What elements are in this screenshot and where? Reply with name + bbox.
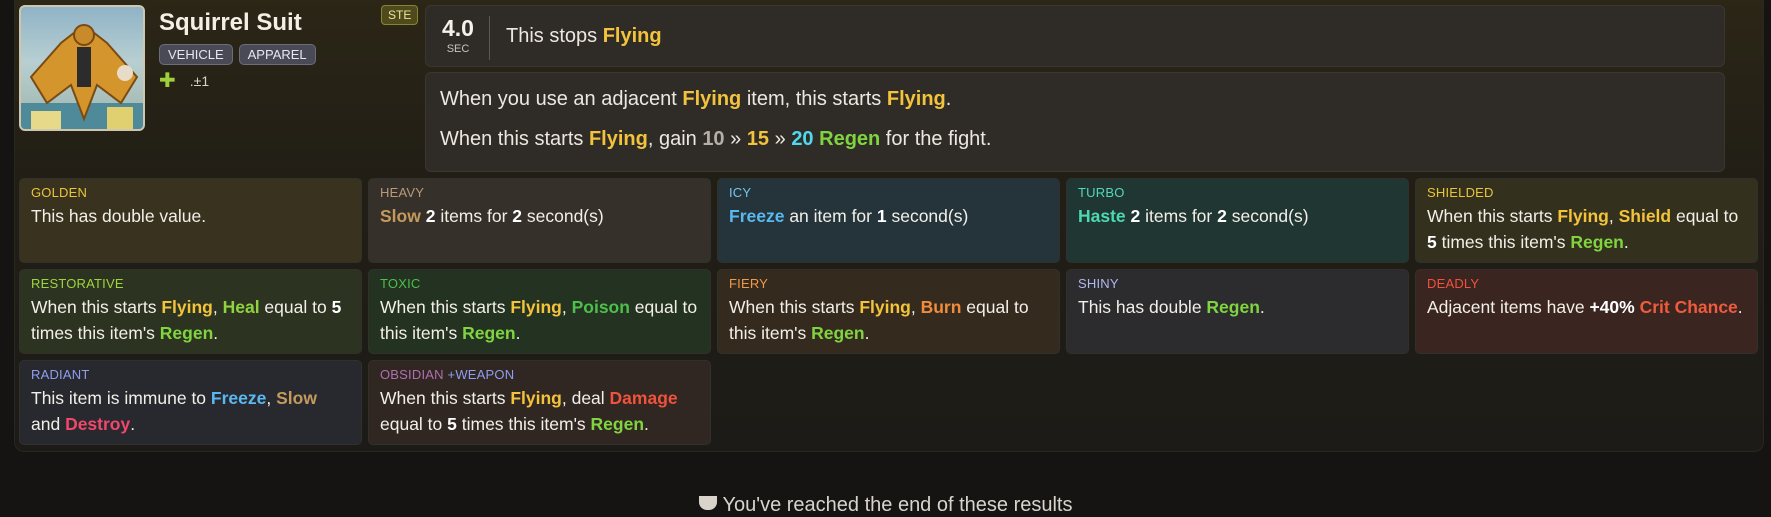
cooldown: 4.0 SEC xyxy=(440,15,476,55)
abilities-panel: When you use an adjacent Flying item, th… xyxy=(425,72,1725,172)
enchant-icy[interactable]: ICY Freeze an item for 1 second(s) xyxy=(717,178,1060,263)
results-end-text: You've reached the end of these results xyxy=(722,494,1073,516)
weapon-tag: +WEAPON xyxy=(447,367,515,382)
enchant-obsidian[interactable]: OBSIDIAN +WEAPON When this starts Flying… xyxy=(368,360,711,445)
cooldown-panel: 4.0 SEC This stops Flying xyxy=(425,5,1725,67)
tag-vehicle[interactable]: VEHICLE xyxy=(159,44,233,65)
item-tags: VEHICLE APPAREL xyxy=(159,44,316,65)
ability-stop: This stops Flying xyxy=(506,25,662,47)
cooldown-value: 4.0 xyxy=(442,15,474,41)
enchant-shielded[interactable]: SHIELDED When this starts Flying, Shield… xyxy=(1415,178,1758,263)
enchant-heavy[interactable]: HEAVY Slow 2 items for 2 second(s) xyxy=(368,178,711,263)
tag-apparel[interactable]: APPAREL xyxy=(238,44,316,65)
item-title: Squirrel Suit xyxy=(159,9,302,36)
cooldown-unit: SEC xyxy=(446,43,470,55)
keyword-flying: Flying xyxy=(602,25,662,47)
enchant-radiant[interactable]: RADIANT This item is immune to Freeze, S… xyxy=(19,360,362,445)
ability-line-1: When you use an adjacent Flying item, th… xyxy=(440,88,952,110)
item-image[interactable] xyxy=(19,5,145,131)
enchant-golden[interactable]: GOLDEN This has double value. xyxy=(19,178,362,263)
enchant-deadly[interactable]: DEADLY Adjacent items have +40% Crit Cha… xyxy=(1415,269,1758,354)
enchant-toxic[interactable]: TOXIC When this starts Flying, Poison eq… xyxy=(368,269,711,354)
results-end-message: You've reached the end of these results xyxy=(0,494,1771,517)
enchant-count: .±1 xyxy=(189,73,210,89)
enchant-turbo[interactable]: TURBO Haste 2 items for 2 second(s) xyxy=(1066,178,1409,263)
enchant-fiery[interactable]: FIERY When this starts Flying, Burn equa… xyxy=(717,269,1060,354)
ste-badge: STE xyxy=(381,5,419,25)
enchant-shiny[interactable]: SHINY This has double Regen. xyxy=(1066,269,1409,354)
plus-icon: ✚ xyxy=(159,70,176,92)
enchant-restorative[interactable]: RESTORATIVE When this starts Flying, Hea… xyxy=(19,269,362,354)
enchant-summary: ✚ .±1 xyxy=(159,71,209,91)
ability-line-2: When this starts Flying, gain 10 » 15 » … xyxy=(440,128,992,150)
divider xyxy=(489,16,490,60)
